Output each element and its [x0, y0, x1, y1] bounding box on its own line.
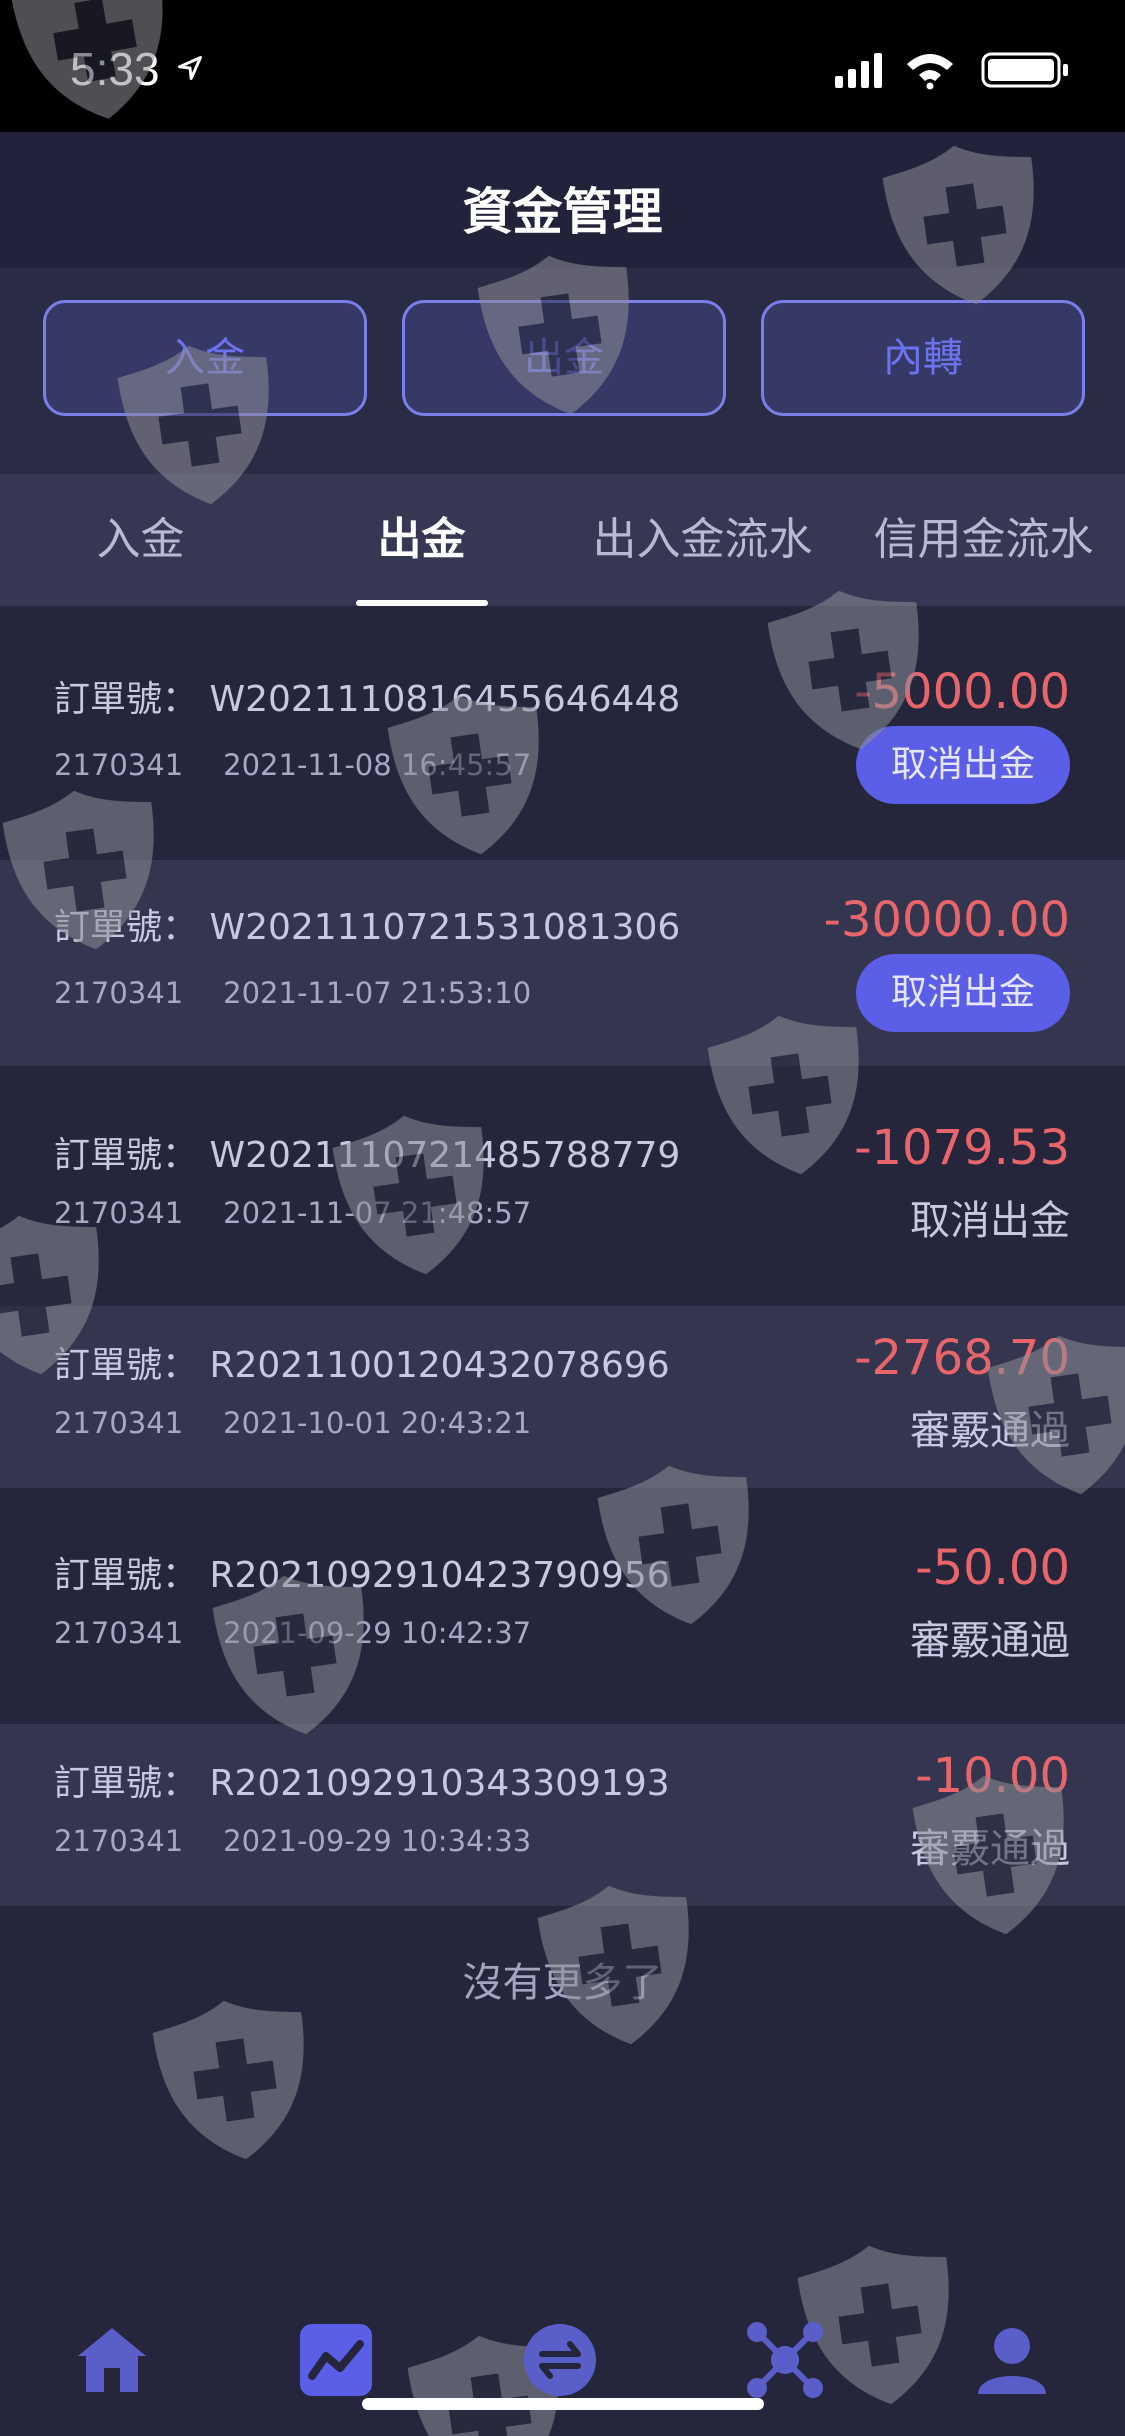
order-label: 訂單號： — [54, 679, 199, 720]
order-datetime: 2021-09-29 10:34:33 — [223, 1824, 532, 1858]
withdraw-button[interactable]: 出金 — [402, 300, 726, 416]
tab-flow[interactable]: 出入金流水 — [562, 474, 843, 606]
cancel-withdraw-button[interactable]: 取消出金 — [856, 954, 1070, 1032]
location-arrow-icon — [178, 56, 202, 80]
tab-credit-flow[interactable]: 信用金流水 — [843, 474, 1124, 606]
order-label: 訂單號： — [54, 1555, 199, 1596]
list-item[interactable]: 訂單號： W2021110816455646448 2170341 2021-11… — [0, 606, 1125, 860]
list-item[interactable]: 訂單號： W2021110721531081306 2170341 2021-11… — [0, 860, 1125, 1066]
order-status: 取消出金 — [910, 1198, 1070, 1244]
order-meta: 2170341 2021-09-29 10:34:33 — [54, 1824, 531, 1858]
order-label: 訂單號： — [54, 1345, 199, 1386]
tab-withdraw[interactable]: 出金 — [281, 474, 562, 606]
home-indicator — [362, 2398, 764, 2410]
no-more-text: 沒有更多了 — [462, 1960, 663, 2006]
order-amount: -5000.00 — [854, 664, 1070, 720]
nav-bar: 資金管理 — [0, 132, 1125, 268]
account-id: 2170341 — [54, 1616, 184, 1650]
order-datetime: 2021-10-01 20:43:21 — [223, 1406, 532, 1440]
order-label: 訂單號： — [54, 907, 199, 948]
home-icon[interactable] — [72, 2320, 152, 2400]
order-amount: -2768.70 — [854, 1330, 1070, 1386]
order-id: R2021092910423790956 — [209, 1555, 670, 1596]
order-meta: 2170341 2021-11-07 21:53:10 — [54, 976, 531, 1010]
order-meta: 2170341 2021-10-01 20:43:21 — [54, 1406, 531, 1440]
action-row: 入金 出金 內轉 — [0, 268, 1125, 474]
transfer-button[interactable]: 內轉 — [761, 300, 1085, 416]
page-title: 資金管理 — [462, 183, 663, 241]
account-id: 2170341 — [54, 748, 184, 782]
status-bar: 5:33 — [0, 0, 1125, 132]
order-amount: -10.00 — [915, 1748, 1070, 1804]
order-number: 訂單號： R2021100120432078696 — [54, 1336, 670, 1388]
account-id: 2170341 — [54, 976, 184, 1010]
list-item[interactable]: 訂單號： R2021100120432078696 2170341 2021-10… — [0, 1306, 1125, 1488]
order-datetime: 2021-09-29 10:42:37 — [223, 1616, 532, 1650]
order-datetime: 2021-11-08 16:45:57 — [223, 748, 532, 782]
order-label: 訂單號： — [54, 1135, 199, 1176]
order-status: 審覈通過 — [910, 1618, 1070, 1664]
order-meta: 2170341 2021-11-08 16:45:57 — [54, 748, 531, 782]
list-item[interactable]: 訂單號： W2021110721485788779 2170341 2021-11… — [0, 1066, 1125, 1306]
order-id: W2021110816455646448 — [209, 679, 681, 720]
order-datetime: 2021-11-07 21:53:10 — [223, 976, 532, 1010]
order-status: 審覈通過 — [910, 1408, 1070, 1454]
order-label: 訂單號： — [54, 1763, 199, 1804]
cancel-withdraw-button[interactable]: 取消出金 — [856, 726, 1070, 804]
order-number: 訂單號： W2021110721531081306 — [54, 898, 680, 950]
order-number: 訂單號： R2021092910423790956 — [54, 1546, 670, 1598]
order-id: W2021110721531081306 — [209, 907, 681, 948]
order-number: 訂單號： W2021110816455646448 — [54, 670, 680, 722]
order-id: R2021100120432078696 — [209, 1345, 670, 1386]
exchange-icon[interactable] — [520, 2320, 600, 2400]
tab-deposit[interactable]: 入金 — [0, 474, 281, 606]
bottom-tab-bar — [0, 2280, 1125, 2436]
order-meta: 2170341 2021-09-29 10:42:37 — [54, 1616, 531, 1650]
status-indicators-icon — [835, 52, 1068, 90]
account-id: 2170341 — [54, 1824, 184, 1858]
account-id: 2170341 — [54, 1196, 184, 1230]
list-item[interactable]: 訂單號： R2021092910423790956 2170341 2021-09… — [0, 1488, 1125, 1724]
order-amount: -30000.00 — [823, 892, 1070, 948]
chart-icon[interactable] — [296, 2320, 376, 2400]
order-amount: -50.00 — [915, 1540, 1070, 1596]
status-time: 5:33 — [70, 43, 160, 95]
order-id: W2021110721485788779 — [209, 1135, 681, 1176]
order-meta: 2170341 2021-11-07 21:48:57 — [54, 1196, 531, 1230]
tab-bar-top: 入金 出金 出入金流水 信用金流水 — [0, 474, 1125, 606]
order-datetime: 2021-11-07 21:48:57 — [223, 1196, 532, 1230]
order-amount: -1079.53 — [854, 1120, 1070, 1176]
account-id: 2170341 — [54, 1406, 184, 1440]
order-status: 審覈通過 — [910, 1826, 1070, 1872]
order-number: 訂單號： W2021110721485788779 — [54, 1126, 680, 1178]
deposit-button[interactable]: 入金 — [43, 300, 367, 416]
network-icon[interactable] — [745, 2320, 825, 2400]
list-item[interactable]: 訂單號： R2021092910343309193 2170341 2021-09… — [0, 1724, 1125, 1906]
user-icon[interactable] — [972, 2320, 1052, 2400]
order-id: R2021092910343309193 — [209, 1763, 670, 1804]
order-number: 訂單號： R2021092910343309193 — [54, 1754, 670, 1806]
